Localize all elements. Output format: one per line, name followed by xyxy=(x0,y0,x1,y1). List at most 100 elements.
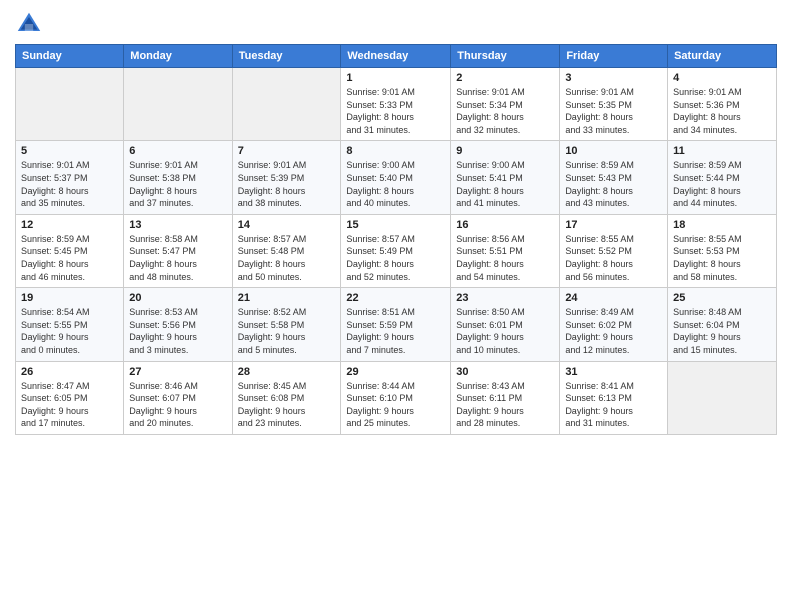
day-number: 23 xyxy=(456,292,554,304)
day-cell: 30 Sunrise: 8:43 AM Sunset: 6:11 PM Dayli… xyxy=(451,361,560,434)
day-cell: 9Sunrise: 9:00 AM Sunset: 5:41 PM Daylig… xyxy=(451,141,560,214)
day-info: Sunrise: 8:54 AM Sunset: 5:55 PM Dayligh… xyxy=(21,306,118,356)
day-cell: 2 Sunrise: 9:01 AM Sunset: 5:34 PM Daylig… xyxy=(451,68,560,141)
day-info: Sunrise: 8:58 AM Sunset: 5:47 PM Dayligh… xyxy=(129,233,226,283)
day-info: Sunrise: 8:59 AM Sunset: 5:43 PM Dayligh… xyxy=(565,159,662,209)
logo-icon xyxy=(15,10,43,38)
day-cell: 20Sunrise: 8:53 AM Sunset: 5:56 PM Dayli… xyxy=(124,288,232,361)
day-number: 19 xyxy=(21,292,118,304)
day-number: 27 xyxy=(129,366,226,378)
day-cell: 11 Sunrise: 8:59 AM Sunset: 5:44 PM Dayli… xyxy=(668,141,777,214)
logo xyxy=(15,10,47,38)
day-cell: 14Sunrise: 8:57 AM Sunset: 5:48 PM Dayli… xyxy=(232,214,341,287)
day-number: 29 xyxy=(346,366,445,378)
day-cell: 29 Sunrise: 8:44 AM Sunset: 6:10 PM Dayli… xyxy=(341,361,451,434)
day-cell: 4Sunrise: 9:01 AM Sunset: 5:36 PM Daylig… xyxy=(668,68,777,141)
weekday-saturday: Saturday xyxy=(668,45,777,68)
day-cell: 5Sunrise: 9:01 AM Sunset: 5:37 PM Daylig… xyxy=(16,141,124,214)
day-cell xyxy=(668,361,777,434)
day-cell xyxy=(16,68,124,141)
day-cell: 16Sunrise: 8:56 AM Sunset: 5:51 PM Dayli… xyxy=(451,214,560,287)
day-cell: 26 Sunrise: 8:47 AM Sunset: 6:05 PM Dayli… xyxy=(16,361,124,434)
day-number: 15 xyxy=(346,219,445,231)
day-number: 28 xyxy=(238,366,336,378)
day-info: Sunrise: 8:55 AM Sunset: 5:52 PM Dayligh… xyxy=(565,233,662,283)
day-info: Sunrise: 9:01 AM Sunset: 5:35 PM Dayligh… xyxy=(565,86,662,136)
day-cell: 1 Sunrise: 9:01 AM Sunset: 5:33 PM Daylig… xyxy=(341,68,451,141)
day-info: Sunrise: 8:59 AM Sunset: 5:45 PM Dayligh… xyxy=(21,233,118,283)
weekday-wednesday: Wednesday xyxy=(341,45,451,68)
day-number: 20 xyxy=(129,292,226,304)
day-info: Sunrise: 9:01 AM Sunset: 5:34 PM Dayligh… xyxy=(456,86,554,136)
day-number: 31 xyxy=(565,366,662,378)
day-number: 2 xyxy=(456,72,554,84)
day-cell: 13 Sunrise: 8:58 AM Sunset: 5:47 PM Dayli… xyxy=(124,214,232,287)
day-info: Sunrise: 8:43 AM Sunset: 6:11 PM Dayligh… xyxy=(456,380,554,430)
day-cell: 24 Sunrise: 8:49 AM Sunset: 6:02 PM Dayli… xyxy=(560,288,668,361)
week-row-2: 5Sunrise: 9:01 AM Sunset: 5:37 PM Daylig… xyxy=(16,141,777,214)
calendar-table: SundayMondayTuesdayWednesdayThursdayFrid… xyxy=(15,44,777,435)
day-cell: 19 Sunrise: 8:54 AM Sunset: 5:55 PM Dayli… xyxy=(16,288,124,361)
day-number: 10 xyxy=(565,145,662,157)
day-cell xyxy=(124,68,232,141)
day-number: 18 xyxy=(673,219,771,231)
day-cell: 18Sunrise: 8:55 AM Sunset: 5:53 PM Dayli… xyxy=(668,214,777,287)
day-number: 26 xyxy=(21,366,118,378)
day-info: Sunrise: 8:57 AM Sunset: 5:49 PM Dayligh… xyxy=(346,233,445,283)
main-container: SundayMondayTuesdayWednesdayThursdayFrid… xyxy=(0,0,792,445)
day-info: Sunrise: 8:51 AM Sunset: 5:59 PM Dayligh… xyxy=(346,306,445,356)
day-number: 8 xyxy=(346,145,445,157)
day-number: 14 xyxy=(238,219,336,231)
day-info: Sunrise: 8:56 AM Sunset: 5:51 PM Dayligh… xyxy=(456,233,554,283)
day-info: Sunrise: 8:52 AM Sunset: 5:58 PM Dayligh… xyxy=(238,306,336,356)
day-info: Sunrise: 8:44 AM Sunset: 6:10 PM Dayligh… xyxy=(346,380,445,430)
week-row-5: 26 Sunrise: 8:47 AM Sunset: 6:05 PM Dayli… xyxy=(16,361,777,434)
day-cell: 28 Sunrise: 8:45 AM Sunset: 6:08 PM Dayli… xyxy=(232,361,341,434)
weekday-monday: Monday xyxy=(124,45,232,68)
day-number: 12 xyxy=(21,219,118,231)
day-number: 5 xyxy=(21,145,118,157)
day-info: Sunrise: 9:00 AM Sunset: 5:40 PM Dayligh… xyxy=(346,159,445,209)
header xyxy=(15,10,777,38)
weekday-friday: Friday xyxy=(560,45,668,68)
calendar-body: 1 Sunrise: 9:01 AM Sunset: 5:33 PM Daylig… xyxy=(16,68,777,435)
day-number: 7 xyxy=(238,145,336,157)
day-cell: 17 Sunrise: 8:55 AM Sunset: 5:52 PM Dayli… xyxy=(560,214,668,287)
week-row-3: 12 Sunrise: 8:59 AM Sunset: 5:45 PM Dayli… xyxy=(16,214,777,287)
day-cell: 8 Sunrise: 9:00 AM Sunset: 5:40 PM Daylig… xyxy=(341,141,451,214)
day-cell: 27 Sunrise: 8:46 AM Sunset: 6:07 PM Dayli… xyxy=(124,361,232,434)
day-number: 30 xyxy=(456,366,554,378)
day-info: Sunrise: 8:46 AM Sunset: 6:07 PM Dayligh… xyxy=(129,380,226,430)
day-info: Sunrise: 8:47 AM Sunset: 6:05 PM Dayligh… xyxy=(21,380,118,430)
day-info: Sunrise: 9:01 AM Sunset: 5:36 PM Dayligh… xyxy=(673,86,771,136)
day-cell xyxy=(232,68,341,141)
day-info: Sunrise: 8:45 AM Sunset: 6:08 PM Dayligh… xyxy=(238,380,336,430)
day-number: 17 xyxy=(565,219,662,231)
day-info: Sunrise: 8:49 AM Sunset: 6:02 PM Dayligh… xyxy=(565,306,662,356)
day-number: 24 xyxy=(565,292,662,304)
day-cell: 22Sunrise: 8:51 AM Sunset: 5:59 PM Dayli… xyxy=(341,288,451,361)
day-number: 11 xyxy=(673,145,771,157)
day-info: Sunrise: 8:48 AM Sunset: 6:04 PM Dayligh… xyxy=(673,306,771,356)
day-info: Sunrise: 8:50 AM Sunset: 6:01 PM Dayligh… xyxy=(456,306,554,356)
day-info: Sunrise: 8:59 AM Sunset: 5:44 PM Dayligh… xyxy=(673,159,771,209)
day-number: 25 xyxy=(673,292,771,304)
day-cell: 23 Sunrise: 8:50 AM Sunset: 6:01 PM Dayli… xyxy=(451,288,560,361)
day-info: Sunrise: 9:01 AM Sunset: 5:33 PM Dayligh… xyxy=(346,86,445,136)
day-info: Sunrise: 9:01 AM Sunset: 5:38 PM Dayligh… xyxy=(129,159,226,209)
week-row-4: 19 Sunrise: 8:54 AM Sunset: 5:55 PM Dayli… xyxy=(16,288,777,361)
day-number: 21 xyxy=(238,292,336,304)
day-cell: 15 Sunrise: 8:57 AM Sunset: 5:49 PM Dayli… xyxy=(341,214,451,287)
weekday-sunday: Sunday xyxy=(16,45,124,68)
week-row-1: 1 Sunrise: 9:01 AM Sunset: 5:33 PM Daylig… xyxy=(16,68,777,141)
day-cell: 31Sunrise: 8:41 AM Sunset: 6:13 PM Dayli… xyxy=(560,361,668,434)
day-cell: 6 Sunrise: 9:01 AM Sunset: 5:38 PM Daylig… xyxy=(124,141,232,214)
day-cell: 12 Sunrise: 8:59 AM Sunset: 5:45 PM Dayli… xyxy=(16,214,124,287)
day-number: 13 xyxy=(129,219,226,231)
day-number: 6 xyxy=(129,145,226,157)
day-info: Sunrise: 9:01 AM Sunset: 5:39 PM Dayligh… xyxy=(238,159,336,209)
day-number: 1 xyxy=(346,72,445,84)
day-cell: 10 Sunrise: 8:59 AM Sunset: 5:43 PM Dayli… xyxy=(560,141,668,214)
day-cell: 7 Sunrise: 9:01 AM Sunset: 5:39 PM Daylig… xyxy=(232,141,341,214)
day-info: Sunrise: 9:00 AM Sunset: 5:41 PM Dayligh… xyxy=(456,159,554,209)
